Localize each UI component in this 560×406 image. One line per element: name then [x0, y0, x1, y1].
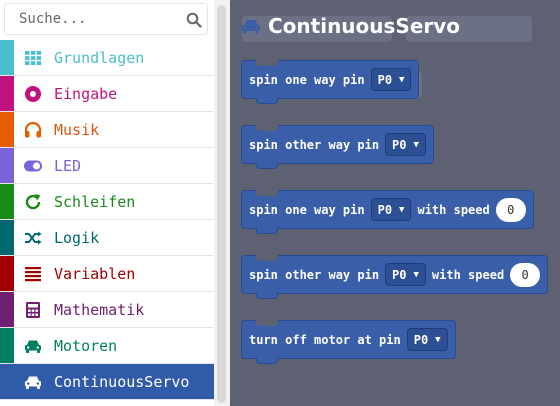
car-icon: [25, 376, 41, 389]
category-schleifen[interactable]: Schleifen: [0, 184, 214, 220]
category-motoren[interactable]: Motoren: [0, 328, 214, 364]
toolbox-scrollbar-thumb[interactable]: [217, 5, 226, 403]
block-notch: [256, 125, 278, 131]
block-tab: [256, 163, 278, 169]
block-notch: [256, 60, 278, 66]
spin-other-way-speed-block[interactable]: spin other way pin P0 ▼ with speed 0: [241, 255, 549, 299]
car-icon: [25, 340, 41, 353]
category-color-stripe: [0, 148, 14, 183]
shuffle-icon: [25, 231, 42, 245]
block-notch: [256, 255, 278, 261]
category-color-stripe: [0, 220, 14, 255]
pin-value: P0: [413, 332, 429, 347]
grid-icon: [25, 51, 42, 65]
pin-value: P0: [377, 202, 393, 217]
category-color-stripe: [0, 364, 14, 399]
category-label: Eingabe: [54, 85, 118, 103]
category-label: Schleifen: [54, 193, 136, 211]
search-icon[interactable]: [186, 12, 202, 28]
spin-one-way-block[interactable]: spin one way pin P0 ▼: [241, 60, 420, 104]
category-color-stripe: [0, 184, 14, 219]
pin-value: P0: [377, 72, 393, 87]
category-color-stripe: [0, 256, 14, 291]
pin-dropdown[interactable]: P0 ▼: [406, 328, 448, 351]
speed-input[interactable]: 0: [495, 197, 526, 222]
calculator-icon: [26, 302, 40, 318]
category-variablen[interactable]: Variablen: [0, 256, 214, 292]
pin-value: P0: [392, 137, 407, 152]
headphones-icon: [24, 121, 42, 138]
category-continuousservo[interactable]: ContinuousServo: [0, 364, 214, 400]
block-text: spin one way pin: [249, 202, 365, 217]
toolbox: Grundlagen Eingabe Musik LED: [0, 0, 214, 406]
category-mathematik[interactable]: Mathematik: [0, 292, 214, 328]
search-input[interactable]: [4, 3, 208, 35]
block-text: spin one way pin: [249, 72, 365, 87]
category-label: ContinuousServo: [54, 373, 190, 391]
category-label: Logik: [54, 229, 100, 247]
category-label: Mathematik: [54, 301, 145, 319]
block-workspace[interactable]: ContinuousServo spin one way pin P0 ▼ sp…: [230, 0, 560, 406]
category-label: Musik: [54, 121, 100, 139]
refresh-icon: [25, 194, 41, 210]
circle-dot-icon: [25, 86, 41, 102]
pin-dropdown[interactable]: P0 ▼: [385, 133, 426, 156]
category-label: Grundlagen: [54, 49, 145, 67]
category-led[interactable]: LED: [0, 148, 214, 184]
category-color-stripe: [0, 112, 14, 147]
category-label: Variablen: [54, 265, 136, 283]
category-label: LED: [54, 157, 82, 175]
category-color-stripe: [0, 292, 14, 327]
spin-one-way-speed-block[interactable]: spin one way pin P0 ▼ with speed 0: [241, 190, 534, 234]
chevron-down-icon: ▼: [435, 334, 441, 345]
chevron-down-icon: ▼: [399, 74, 405, 85]
category-list: Grundlagen Eingabe Musik LED Schleifen L…: [0, 40, 214, 400]
block-tab: [256, 293, 278, 299]
block-tab: [256, 358, 278, 364]
chevron-down-icon: ▼: [399, 204, 405, 215]
speed-label: with speed: [417, 202, 490, 217]
category-eingabe[interactable]: Eingabe: [0, 76, 214, 112]
category-grundlagen[interactable]: Grundlagen: [0, 40, 214, 76]
speed-label: with speed: [431, 267, 505, 282]
block-notch: [256, 190, 278, 196]
category-color-stripe: [0, 328, 14, 363]
pin-dropdown[interactable]: P0 ▼: [385, 263, 426, 286]
chevron-down-icon: ▼: [413, 269, 419, 280]
category-label: Motoren: [54, 337, 118, 355]
list-icon: [25, 267, 41, 282]
block-text: turn off motor at pin: [249, 332, 401, 347]
category-logik[interactable]: Logik: [0, 220, 214, 256]
block-tab: [256, 98, 278, 104]
spin-other-way-block[interactable]: spin other way pin P0 ▼: [241, 125, 434, 169]
turn-off-motor-block[interactable]: turn off motor at pin P0 ▼: [241, 320, 456, 364]
flyout-title: ContinuousServo: [240, 14, 460, 38]
category-musik[interactable]: Musik: [0, 112, 214, 148]
pin-dropdown[interactable]: P0 ▼: [370, 68, 412, 91]
block-text: spin other way pin: [249, 137, 380, 152]
block-text: spin other way pin: [249, 267, 380, 282]
chevron-down-icon: ▼: [413, 139, 419, 150]
block-tab: [256, 228, 278, 234]
block-notch: [256, 320, 278, 326]
speed-input[interactable]: 0: [510, 262, 541, 287]
car-icon: [242, 19, 260, 34]
pin-dropdown[interactable]: P0 ▼: [370, 198, 412, 221]
flyout-title-label: ContinuousServo: [268, 14, 461, 38]
toggle-icon: [24, 160, 42, 172]
pin-value: P0: [392, 267, 407, 282]
category-color-stripe: [0, 40, 14, 75]
category-color-stripe: [0, 76, 14, 111]
